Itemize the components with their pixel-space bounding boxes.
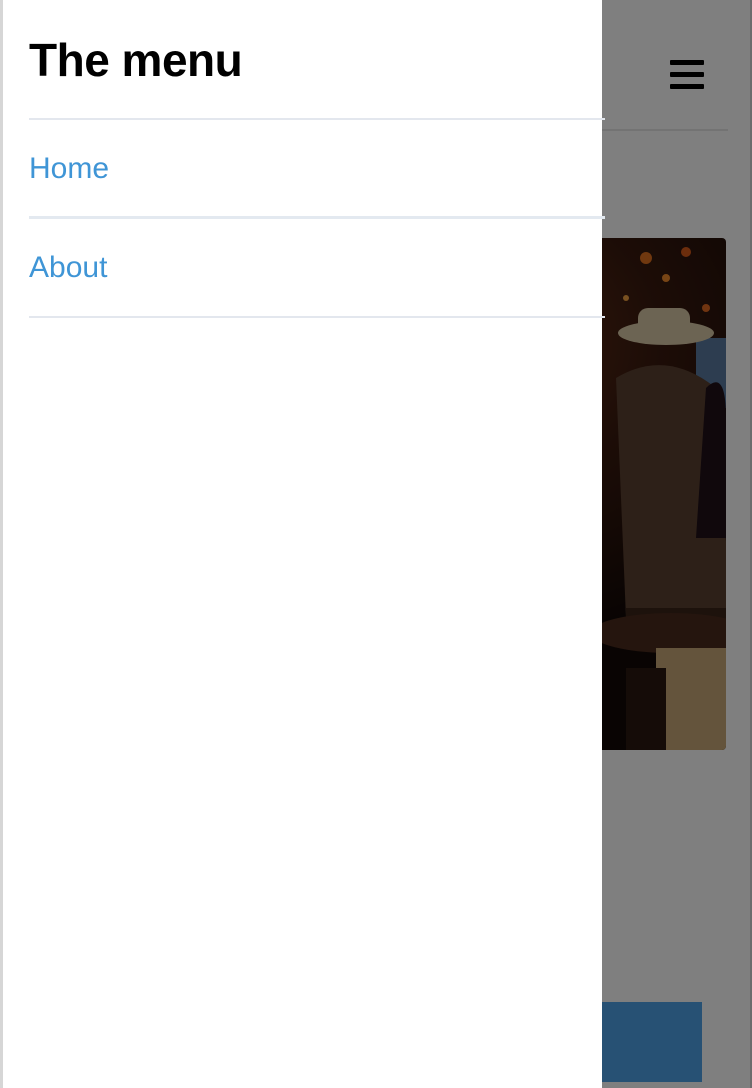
viewport: The menu Home About <box>0 0 752 1088</box>
menu-item-home: Home <box>29 120 605 219</box>
menu-link-about[interactable]: About <box>29 250 107 286</box>
drawer-title: The menu <box>29 34 243 86</box>
menu-item-about: About <box>29 219 605 318</box>
menu-link-home[interactable]: Home <box>29 151 109 187</box>
menu-list: Home About <box>29 120 605 318</box>
side-drawer: The menu Home About <box>0 0 605 1088</box>
